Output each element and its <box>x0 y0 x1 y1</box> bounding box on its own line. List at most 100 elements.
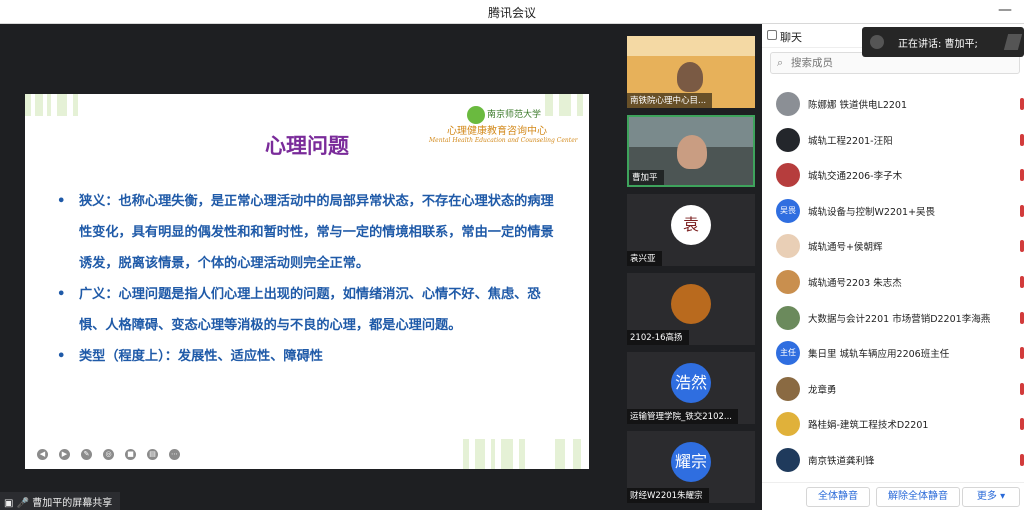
bullet-dot: • <box>57 194 66 209</box>
bullet-text: 广义：心理问题是指人们心理上出现的问题，如情绪消沉、心情不好、焦虑、恐惧、人格障… <box>79 287 541 333</box>
tile-name: 财经W2201朱耀宗 <box>627 488 709 503</box>
bullet-types: • 类型（程度上）：发展性、适应性、障碍性 <box>57 341 557 372</box>
participant-figure <box>677 135 707 169</box>
search-input[interactable] <box>791 55 1011 71</box>
mic-muted-icon <box>1020 133 1024 146</box>
slide-controls: ◀ ▶ ✎ ◎ ■ ▤ ⋯ <box>37 449 180 460</box>
member-name: 陈娜娜 铁道供电L2201 <box>808 100 907 111</box>
avatar <box>776 447 800 472</box>
mic-icon: 🎤 <box>16 498 30 509</box>
bullet-dot: • <box>57 349 66 364</box>
member-row[interactable]: 城轨通号+侯朝辉 <box>762 229 1024 265</box>
bullet-dot: • <box>57 287 66 302</box>
tile-name: 南铁院心理中心目... <box>627 93 713 108</box>
mic-muted-icon <box>1020 418 1024 431</box>
prev-icon[interactable]: ◀ <box>37 449 48 460</box>
member-name: 城轨通号2203 朱志杰 <box>808 277 902 289</box>
avatar <box>776 305 800 330</box>
title-bar: 腾讯会议 — <box>0 0 1024 24</box>
presenter-label: 曹加平的屏幕共享 <box>32 498 113 509</box>
mic-muted-icon <box>1020 240 1024 253</box>
avatar: 袁 <box>671 205 711 245</box>
video-tile-active[interactable]: 曹加平 <box>627 115 755 187</box>
search-icon: ⌕ <box>777 56 784 69</box>
chat-icon <box>767 30 777 40</box>
member-name: 集日里 城轨车辆应用2206班主任 <box>808 349 950 361</box>
member-name: 路桂娟-建筑工程技术D2201 <box>808 420 929 432</box>
bullet-text: 类型（程度上）：发展性、适应性、障碍性 <box>79 349 323 364</box>
avatar <box>776 92 800 116</box>
tile-name: 2102-16高扬 <box>627 330 689 345</box>
bullet-narrow: • 狭义：也称心理失衡，是正常心理活动中的局部异常状态，不存在心理状态的病理性变… <box>57 186 557 279</box>
video-tile[interactable]: 2102-16高扬 <box>627 273 755 345</box>
member-row[interactable]: 路桂娟-建筑工程技术D2201 <box>762 407 1024 443</box>
member-list: 陈娜娜 铁道供电L2201 城轨工程2201-汪阳 城轨交通2206-李子木 吴… <box>762 87 1024 479</box>
avatar: 耀宗 <box>671 442 711 482</box>
mic-muted-icon <box>1020 275 1024 288</box>
participants-panel: 聊天 ⌕ 陈娜娜 铁道供电L2201 城轨工程2201-汪阳 城轨交通2206-… <box>762 24 1024 510</box>
member-row[interactable]: 陈娜娜 铁道供电L2201 <box>762 87 1024 123</box>
speaker-edge-icon <box>1003 34 1023 50</box>
pen-icon[interactable]: ✎ <box>81 449 92 460</box>
unmute-all-button[interactable]: 解除全体静音 <box>876 487 960 507</box>
avatar: 吴畏 <box>776 198 800 223</box>
mic-muted-icon <box>1020 204 1024 217</box>
screen-icon: ▣ <box>4 498 14 509</box>
more-label: 更多 <box>976 491 997 502</box>
slide-title: 心理问题 <box>265 134 349 158</box>
video-tile[interactable]: 南铁院心理中心目... <box>627 36 755 108</box>
tile-name: 袁兴亚 <box>627 251 662 266</box>
avatar <box>776 269 800 294</box>
member-name: 大数据与会计2201 市场营销D2201李海燕 <box>808 313 991 325</box>
subtitle-icon[interactable]: ▤ <box>147 449 158 460</box>
mic-muted-icon <box>1020 453 1024 466</box>
mic-muted-icon <box>1020 169 1024 182</box>
member-name: 城轨工程2201-汪阳 <box>808 135 893 147</box>
avatar: 浩然 <box>671 363 711 403</box>
video-icon[interactable]: ■ <box>125 449 136 460</box>
bullet-broad: • 广义：心理问题是指人们心理上出现的问题，如情绪消沉、心情不好、焦虑、恐惧、人… <box>57 279 557 341</box>
member-row[interactable]: 主任 集日里 城轨车辆应用2206班主任 <box>762 336 1024 372</box>
chat-tab[interactable]: 聊天 <box>780 29 802 45</box>
tile-banner <box>627 36 755 56</box>
avatar <box>776 412 800 437</box>
avatar <box>671 284 711 324</box>
video-tile[interactable]: 耀宗 财经W2201朱耀宗 <box>627 431 755 503</box>
presenter-tag: ▣ 🎤 曹加平的屏幕共享 <box>0 492 121 510</box>
avatar <box>776 127 800 152</box>
panel-footer: 全体静音 解除全体静音 更多 ▾ <box>762 482 1024 510</box>
minimize-icon[interactable]: — <box>998 2 1012 18</box>
member-row[interactable]: 城轨交通2206-李子木 <box>762 158 1024 194</box>
speaker-avatar <box>870 35 884 49</box>
speaking-indicator: 正在讲话: 曹加平; <box>862 27 1024 57</box>
avatar <box>776 163 800 188</box>
speaking-label: 正在讲话: 曹加平; <box>898 39 978 50</box>
bullet-text: 狭义：也称心理失衡，是正常心理活动中的局部异常状态，不存在心理状态的病理性变化，… <box>79 194 554 271</box>
tile-name: 曹加平 <box>629 170 664 185</box>
video-strip: 南铁院心理中心目... 曹加平 袁 袁兴亚 2102-16高扬 浩然 运输管理学… <box>620 24 762 510</box>
shared-slide: 南京师范大学 心理健康教育咨询中心 Mental Health Educatio… <box>25 94 589 469</box>
member-name: 南京铁道龚利锋 <box>808 455 875 467</box>
screen-share-stage: 南京师范大学 心理健康教育咨询中心 Mental Health Educatio… <box>0 24 620 510</box>
mute-all-button[interactable]: 全体静音 <box>806 487 870 507</box>
mic-muted-icon <box>1020 382 1024 395</box>
member-row[interactable]: 吴畏 城轨设备与控制W2201+吴畏 <box>762 194 1024 230</box>
next-icon[interactable]: ▶ <box>59 449 70 460</box>
member-row[interactable]: 南京铁道龚利锋 <box>762 443 1024 479</box>
slide-bullets: • 狭义：也称心理失衡，是正常心理活动中的局部异常状态，不存在心理状态的病理性变… <box>57 186 557 372</box>
more-icon[interactable]: ⋯ <box>169 449 180 460</box>
member-row[interactable]: 城轨通号2203 朱志杰 <box>762 265 1024 301</box>
avatar <box>776 234 800 259</box>
member-name: 城轨设备与控制W2201+吴畏 <box>808 206 936 218</box>
member-row[interactable]: 大数据与会计2201 市场营销D2201李海燕 <box>762 301 1024 337</box>
member-row[interactable]: 龙章勇 <box>762 372 1024 408</box>
screenshot-icon[interactable]: ◎ <box>103 449 114 460</box>
more-button[interactable]: 更多 ▾ <box>962 487 1020 507</box>
video-tile[interactable]: 袁 袁兴亚 <box>627 194 755 266</box>
video-tile[interactable]: 浩然 运输管理学院_铁交2102... <box>627 352 755 424</box>
mic-muted-icon <box>1020 347 1024 360</box>
avatar <box>776 376 800 401</box>
tile-name: 运输管理学院_铁交2102... <box>627 409 738 424</box>
member-name: 城轨交通2206-李子木 <box>808 171 903 183</box>
member-row[interactable]: 城轨工程2201-汪阳 <box>762 123 1024 159</box>
